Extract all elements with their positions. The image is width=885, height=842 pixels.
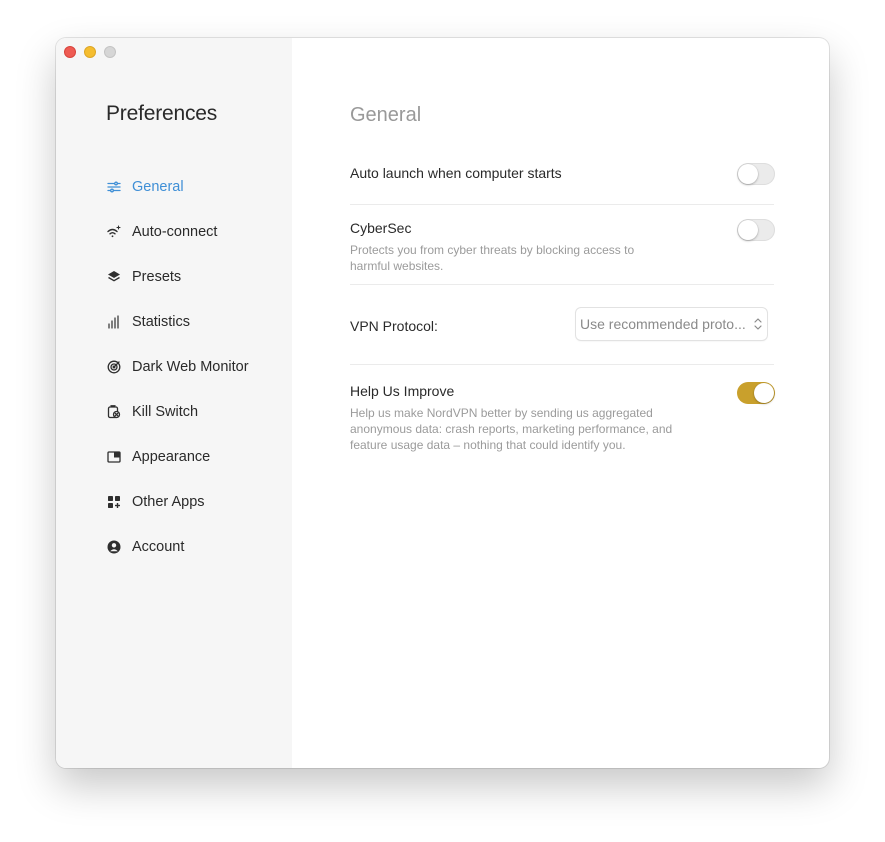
- sidebar-item-label: Account: [132, 538, 185, 555]
- sidebar-nav: General Auto-connect Presets Statistics …: [106, 164, 249, 569]
- main-panel: General Auto launch when computer starts…: [292, 38, 829, 768]
- sidebar-item-label: Appearance: [132, 448, 211, 465]
- divider: [350, 204, 774, 205]
- auto-launch-label: Auto launch when computer starts: [350, 165, 562, 181]
- chevron-up-down-icon: [754, 318, 762, 330]
- kill-switch-icon: [106, 404, 122, 420]
- toggle-knob: [754, 383, 774, 403]
- close-window-button[interactable]: [64, 46, 76, 58]
- auto-launch-toggle[interactable]: [737, 163, 775, 185]
- sidebar-item-statistics[interactable]: Statistics: [106, 299, 249, 344]
- divider: [350, 284, 774, 285]
- sidebar-item-label: Statistics: [132, 313, 191, 330]
- sidebar-title: Preferences: [106, 102, 218, 125]
- vpn-protocol-label: VPN Protocol:: [350, 318, 438, 334]
- sidebar-item-label: Kill Switch: [132, 403, 199, 420]
- toggle-knob: [738, 220, 758, 240]
- help-improve-setting: Help Us Improve Help us make NordVPN bet…: [350, 383, 695, 453]
- help-improve-label: Help Us Improve: [350, 383, 455, 399]
- vpn-protocol-value: Use recommended proto...: [580, 316, 746, 332]
- sidebar-item-general[interactable]: General: [106, 164, 249, 209]
- bars-icon: [106, 314, 122, 330]
- sidebar-item-kill-switch[interactable]: Kill Switch: [106, 389, 249, 434]
- minimize-window-button[interactable]: [84, 46, 96, 58]
- sidebar-item-appearance[interactable]: Appearance: [106, 434, 249, 479]
- sidebar-item-label: Other Apps: [132, 493, 205, 510]
- vpn-protocol-setting: VPN Protocol:: [350, 318, 550, 334]
- vpn-protocol-select[interactable]: Use recommended proto...: [576, 308, 767, 340]
- radar-icon: [106, 359, 122, 375]
- window-icon: [106, 449, 122, 465]
- layers-icon: [106, 269, 122, 285]
- page-title: General: [350, 104, 422, 126]
- sidebar-item-other-apps[interactable]: Other Apps: [106, 479, 249, 524]
- sidebar-item-dark-web-monitor[interactable]: Dark Web Monitor: [106, 344, 249, 389]
- grid-plus-icon: [106, 494, 122, 510]
- toggle-knob: [738, 164, 758, 184]
- cybersec-description: Protects you from cyber threats by block…: [350, 243, 635, 273]
- sidebar-item-presets[interactable]: Presets: [106, 254, 249, 299]
- user-circle-icon: [106, 539, 122, 555]
- wifi-sparkle-icon: [106, 224, 122, 240]
- sliders-icon: [106, 179, 122, 195]
- sidebar-item-label: Presets: [132, 268, 182, 285]
- divider: [350, 364, 774, 365]
- help-improve-description: Help us make NordVPN better by sending u…: [350, 406, 673, 452]
- sidebar-item-label: General: [132, 178, 184, 195]
- window-controls: [64, 46, 116, 58]
- sidebar-item-account[interactable]: Account: [106, 524, 249, 569]
- cybersec-toggle[interactable]: [737, 219, 775, 241]
- sidebar-item-label: Dark Web Monitor: [132, 358, 249, 375]
- cybersec-label: CyberSec: [350, 220, 412, 236]
- sidebar-item-label: Auto-connect: [132, 223, 218, 240]
- auto-launch-setting: Auto launch when computer starts: [350, 165, 774, 181]
- help-improve-toggle[interactable]: [737, 382, 775, 404]
- sidebar-item-auto-connect[interactable]: Auto-connect: [106, 209, 249, 254]
- cybersec-setting: CyberSec Protects you from cyber threats…: [350, 220, 670, 274]
- preferences-window: Preferences General Auto-connect Presets…: [56, 38, 829, 768]
- zoom-window-button[interactable]: [104, 46, 116, 58]
- sidebar: Preferences General Auto-connect Presets…: [56, 38, 292, 768]
